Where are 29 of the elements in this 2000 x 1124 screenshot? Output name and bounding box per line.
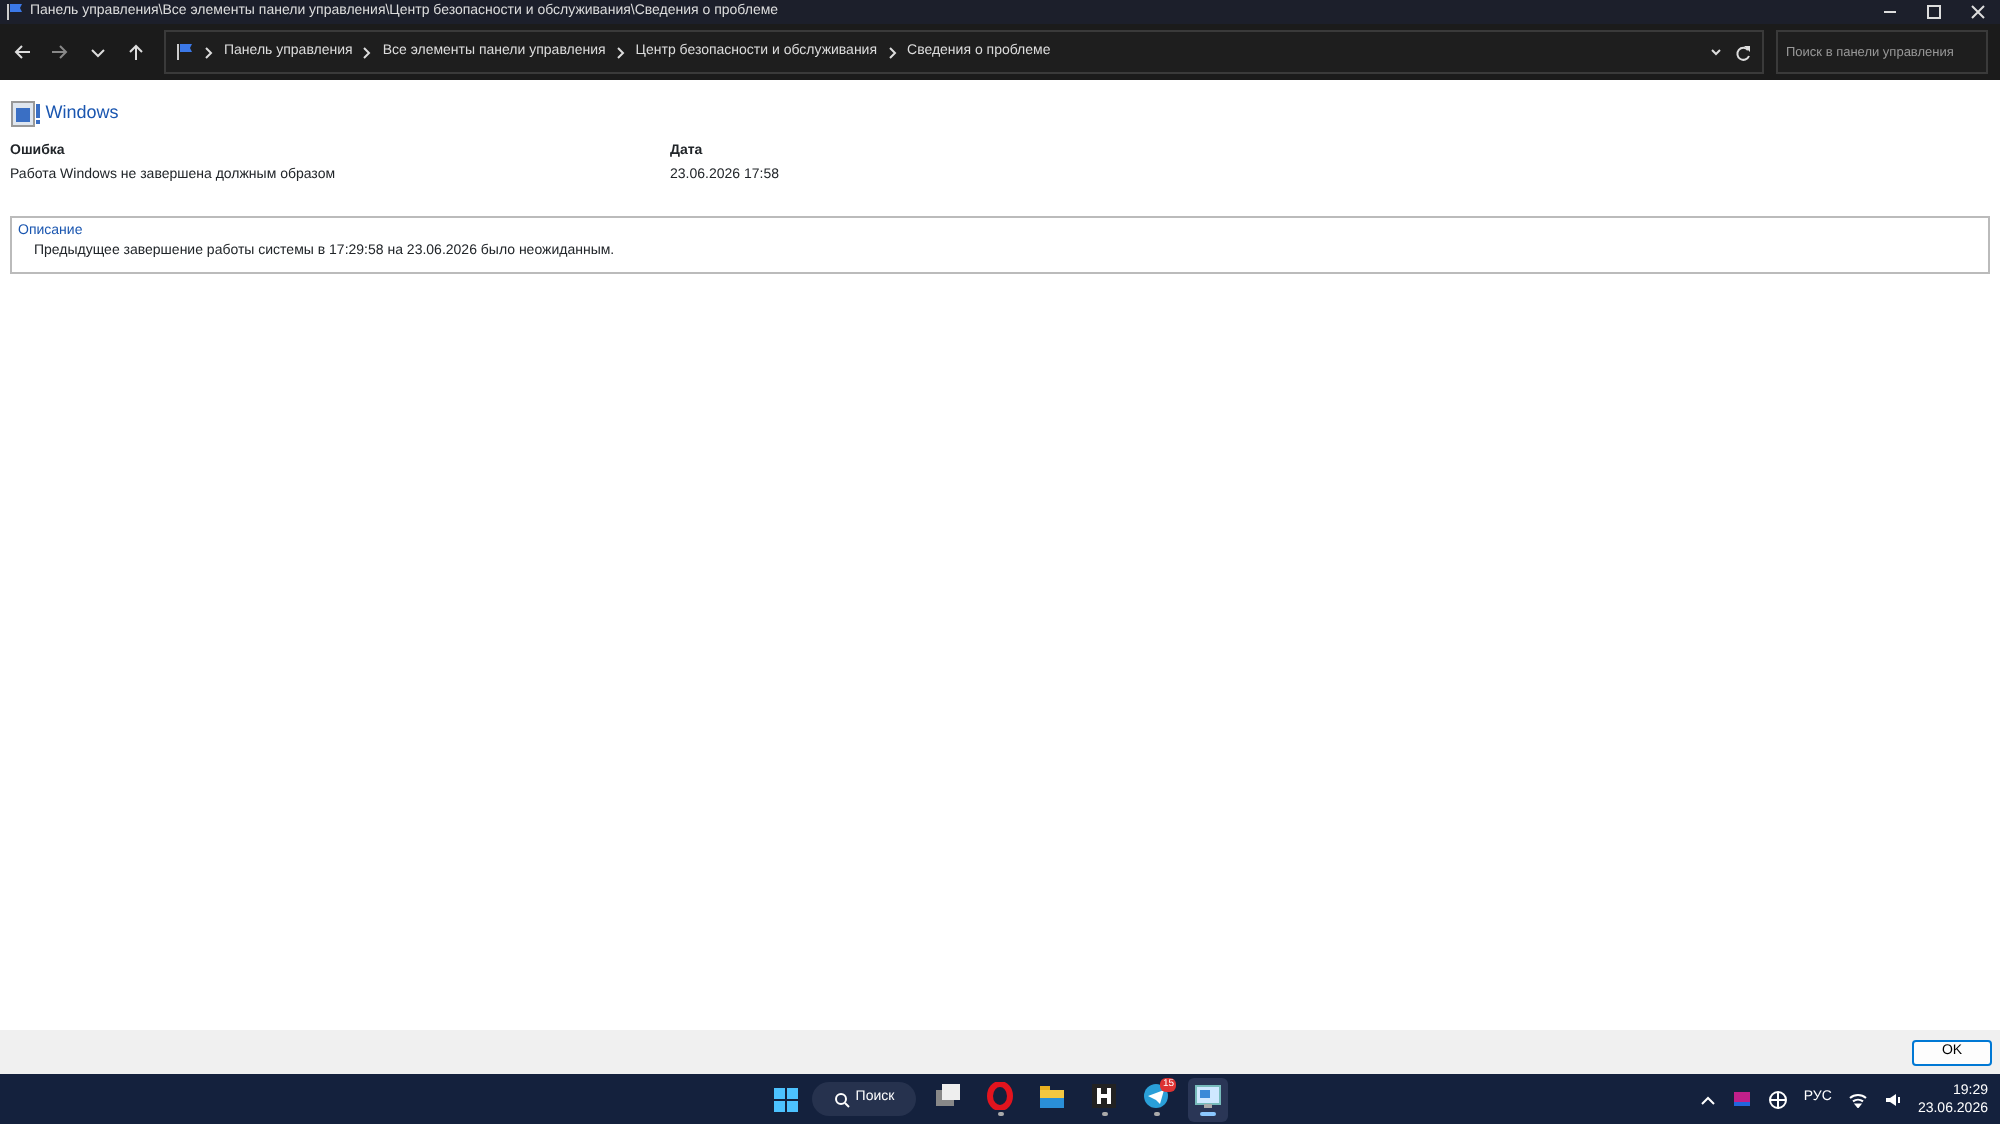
window-error-icon — [10, 100, 42, 128]
chevron-icon — [887, 45, 898, 59]
app-tray-icon[interactable] — [1731, 1090, 1752, 1108]
paper-plane-icon — [1142, 1082, 1170, 1110]
flag-icon — [176, 42, 194, 62]
search-icon — [833, 1091, 850, 1107]
forward-arrow-icon[interactable] — [50, 42, 70, 62]
restore-icon[interactable] — [1922, 0, 1946, 24]
chevron-icon — [362, 45, 373, 59]
wifi-icon[interactable] — [1847, 1091, 1868, 1107]
monitor-icon — [1194, 1082, 1222, 1110]
opera-icon — [986, 1082, 1014, 1110]
globe-icon[interactable] — [1767, 1089, 1788, 1109]
chevron-icon — [204, 45, 214, 59]
chevron-down-icon[interactable] — [1708, 44, 1724, 60]
h-logo-icon — [1090, 1082, 1118, 1110]
close-icon[interactable] — [1966, 0, 1990, 24]
speaker-icon[interactable] — [1883, 1091, 1902, 1107]
chevron-up-icon[interactable] — [1699, 1091, 1716, 1107]
refresh-icon[interactable] — [1734, 43, 1752, 61]
chevron-icon — [615, 45, 626, 59]
back-arrow-icon[interactable] — [12, 42, 32, 62]
up-arrow-icon[interactable] — [126, 42, 146, 62]
flag-icon — [6, 2, 24, 22]
taskbar-app[interactable] — [1188, 1077, 1228, 1121]
windows-logo-icon[interactable] — [772, 1085, 800, 1113]
product-title: Windows — [45, 100, 119, 127]
task-view-icon — [934, 1082, 962, 1110]
folder-icon — [1038, 1082, 1066, 1110]
